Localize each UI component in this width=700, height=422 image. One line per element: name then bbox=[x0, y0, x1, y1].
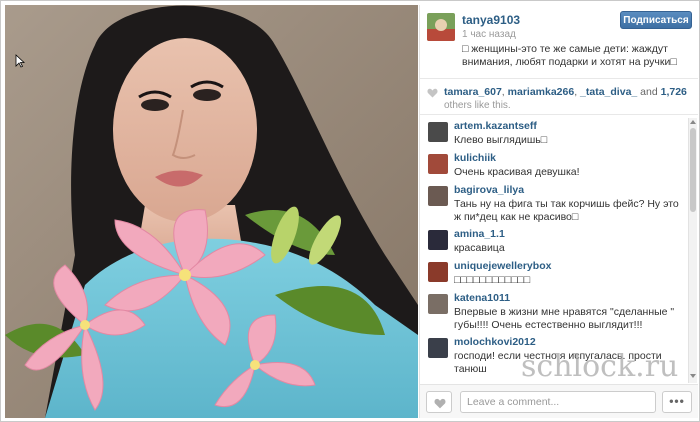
photo-illustration bbox=[5, 5, 418, 418]
comments-list: artem.kazantseff Клево выглядишь□ kulich… bbox=[420, 118, 688, 383]
scroll-down-arrow-icon[interactable] bbox=[690, 374, 696, 378]
likes-section: tamara_607, mariamka266, _tata_diva_ and… bbox=[420, 79, 698, 115]
comment-text: Очень красивая девушка! bbox=[454, 166, 580, 178]
liker-link[interactable]: tamara_607 bbox=[444, 86, 502, 98]
commenter-username-link[interactable]: molochkovi2012 bbox=[454, 336, 688, 348]
scroll-up-arrow-icon[interactable] bbox=[690, 120, 696, 124]
comment-item: katena1011 Впервые в жизни мне нравятся … bbox=[420, 290, 688, 334]
liker-link[interactable]: mariamka266 bbox=[508, 86, 575, 98]
author-avatar[interactable] bbox=[427, 13, 455, 41]
scroll-thumb[interactable] bbox=[690, 128, 696, 212]
follow-button[interactable]: Подписаться bbox=[620, 11, 692, 29]
comment-text: Тань ну на фига ты так корчишь фейс? Ну … bbox=[454, 198, 679, 223]
commenter-username-link[interactable]: artem.kazantseff bbox=[454, 120, 688, 132]
commenter-avatar[interactable] bbox=[428, 154, 448, 174]
comment-text: Впервые в жизни мне нравятся "сделанные … bbox=[454, 306, 675, 331]
comment-input[interactable] bbox=[460, 391, 656, 413]
likers-and: and bbox=[640, 86, 658, 98]
commenter-username-link[interactable]: uniquejewellerybox bbox=[454, 260, 688, 272]
like-button[interactable] bbox=[426, 391, 452, 413]
comments-scrollbar[interactable] bbox=[688, 118, 697, 383]
others-like-text: others like this. bbox=[444, 100, 511, 111]
commenter-avatar[interactable] bbox=[428, 338, 448, 358]
comment-item: kulichiik Очень красивая девушка! bbox=[420, 150, 688, 182]
post-timestamp: 1 час назад bbox=[462, 29, 516, 40]
cursor-arrow-icon bbox=[15, 54, 25, 68]
heart-icon bbox=[427, 88, 438, 98]
author-username-link[interactable]: tanya9103 bbox=[462, 13, 520, 27]
commenter-avatar[interactable] bbox=[428, 122, 448, 142]
likes-count-link[interactable]: 1,726 bbox=[661, 86, 687, 98]
commenter-avatar[interactable] bbox=[428, 186, 448, 206]
commenter-username-link[interactable]: amina_1.1 bbox=[454, 228, 688, 240]
commenter-username-link[interactable]: bagirova_lilya bbox=[454, 184, 688, 196]
commenter-username-link[interactable]: kulichiik bbox=[454, 152, 688, 164]
commenter-avatar[interactable] bbox=[428, 294, 448, 314]
instagram-post-window: tanya9103 1 час назад Подписаться □ женщ… bbox=[0, 0, 700, 422]
comment-text: Клево выглядишь□ bbox=[454, 134, 548, 146]
more-options-button[interactable]: ••• bbox=[662, 391, 692, 413]
comment-composer: ••• bbox=[420, 384, 698, 418]
post-photo[interactable] bbox=[5, 5, 418, 418]
comment-text: □□□□□□□□□□□□ bbox=[454, 274, 531, 286]
liker-link[interactable]: _tata_diva_ bbox=[580, 86, 637, 98]
heart-icon bbox=[434, 398, 446, 409]
commenter-avatar[interactable] bbox=[428, 230, 448, 250]
comment-item: amina_1.1 красавица bbox=[420, 226, 688, 258]
comment-item: bagirova_lilya Тань ну на фига ты так ко… bbox=[420, 182, 688, 226]
post-caption: □ женщины-это те же самые дети: жаждут в… bbox=[462, 43, 677, 68]
commenter-username-link[interactable]: katena1011 bbox=[454, 292, 688, 304]
post-header: tanya9103 1 час назад Подписаться □ женщ… bbox=[420, 5, 698, 79]
commenter-avatar[interactable] bbox=[428, 262, 448, 282]
comment-item: uniquejewellerybox □□□□□□□□□□□□ bbox=[420, 258, 688, 290]
comment-item: artem.kazantseff Клево выглядишь□ bbox=[420, 118, 688, 150]
likers-line: tamara_607, mariamka266, _tata_diva_ and… bbox=[444, 86, 687, 98]
watermark-text: schlock.ru bbox=[521, 349, 679, 384]
comment-text: красавица bbox=[454, 242, 505, 254]
